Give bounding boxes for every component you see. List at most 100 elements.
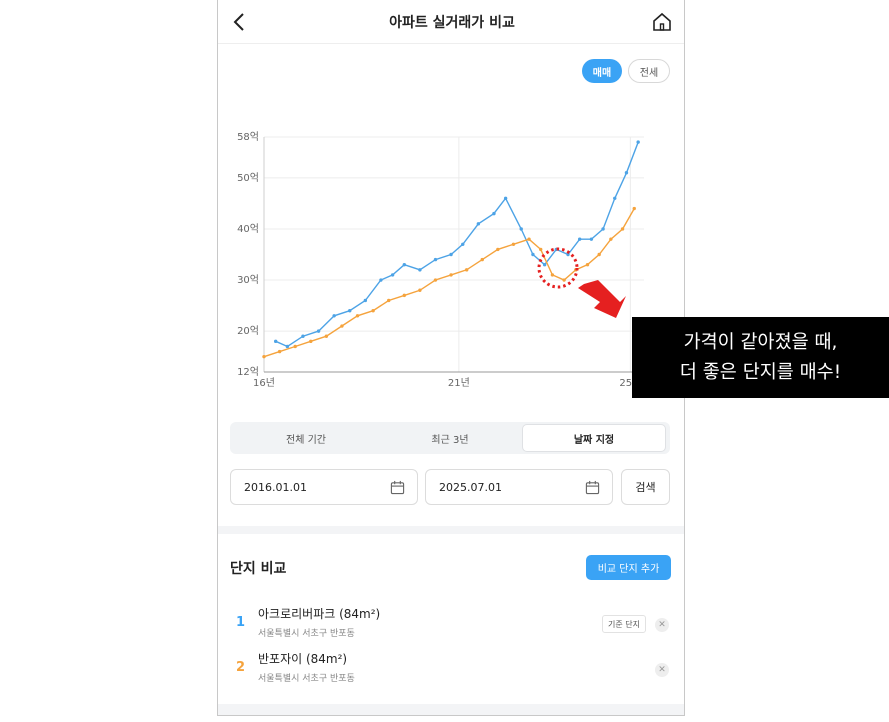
data-point (449, 252, 453, 257)
series-line-2 (263, 208, 635, 358)
y-tick-label: 50억 (237, 172, 259, 184)
data-point (496, 247, 500, 252)
top-bar: 아파트 실거래가 비교 (218, 0, 684, 44)
data-point (539, 247, 543, 252)
data-point (379, 278, 383, 282)
price-chart: 58억50억40억30억20억12억16년 21년 25년 (237, 131, 644, 389)
data-point (531, 252, 535, 257)
end-date-field[interactable]: 2025.07.01 (425, 469, 613, 505)
data-point (492, 211, 496, 216)
data-point (301, 334, 305, 338)
complex-number: 2 (236, 660, 246, 675)
tab-recent-3-years[interactable]: 최근 3년 (378, 424, 522, 452)
data-point (464, 268, 469, 272)
data-point (293, 344, 297, 349)
data-point (577, 237, 582, 241)
y-tick-label: 40억 (237, 223, 259, 235)
data-point (542, 263, 547, 267)
data-point (527, 237, 531, 241)
complex-item[interactable]: 2 반포자이 (84m²) 서울특별시 서초구 반포동 ✕ (218, 648, 684, 692)
end-date-value: 2025.07.01 (439, 480, 502, 494)
data-point (285, 344, 290, 349)
search-button[interactable]: 검색 (621, 469, 670, 505)
section-divider (218, 526, 684, 534)
data-point (574, 268, 578, 272)
base-complex-badge: 기준 단지 (602, 615, 646, 633)
data-point (348, 308, 352, 313)
data-point (402, 293, 407, 298)
complex-number: 1 (236, 615, 246, 630)
data-point (332, 314, 336, 318)
calendar-icon[interactable] (585, 480, 600, 495)
data-point (387, 298, 391, 303)
data-point (632, 206, 636, 211)
series-line-1 (275, 141, 639, 348)
callout-line-2: 더 좋은 단지를 매수! (679, 362, 842, 383)
data-point (461, 242, 465, 246)
data-point (371, 308, 375, 313)
bottom-divider (218, 704, 684, 715)
remove-icon[interactable]: ✕ (655, 663, 669, 677)
data-point (503, 196, 508, 201)
data-point (340, 324, 344, 328)
data-point (566, 252, 570, 257)
y-tick-label: 20억 (237, 325, 259, 337)
data-point (363, 298, 368, 303)
data-point (609, 237, 613, 241)
complex-name: 반포자이 (84m²) (258, 652, 348, 666)
range-tabs: 전체 기간 최근 3년 날짜 지정 (230, 422, 670, 454)
data-point (273, 339, 278, 344)
data-point (402, 263, 407, 267)
data-point (309, 339, 313, 344)
y-tick-label: 58억 (237, 131, 259, 143)
data-point (597, 252, 601, 257)
tab-all-period[interactable]: 전체 기간 (234, 424, 378, 452)
y-tick-label: 30억 (237, 274, 259, 286)
data-point (262, 354, 266, 359)
tab-custom-date[interactable]: 날짜 지정 (522, 424, 666, 452)
data-point (550, 273, 555, 277)
data-point (355, 314, 360, 318)
data-point (585, 263, 590, 267)
complex-item[interactable]: 1 아크로리버파크 (84m²) 서울특별시 서초구 반포동 기준 단지 ✕ (218, 603, 684, 647)
page-title: 아파트 실거래가 비교 (389, 15, 515, 31)
data-point (476, 222, 481, 226)
data-point (433, 257, 438, 262)
x-tick-label: 16년 (253, 377, 275, 389)
data-point (449, 273, 453, 277)
y-tick-label: 12억 (237, 366, 259, 378)
data-point (480, 257, 484, 262)
data-point (519, 227, 523, 231)
callout-line-1: 가격이 같아졌을 때, (683, 332, 838, 353)
calendar-icon[interactable] (390, 480, 405, 495)
complex-address: 서울특별시 서초구 반포동 (258, 629, 355, 639)
data-point (316, 329, 321, 333)
data-point (433, 278, 438, 282)
home-icon[interactable] (650, 10, 674, 34)
x-tick-label: 21년 (448, 377, 470, 389)
complex-address: 서울특별시 서초구 반포동 (258, 674, 355, 684)
data-point (277, 349, 282, 354)
compare-section-title: 단지 비교 (230, 561, 287, 577)
remove-icon[interactable]: ✕ (655, 618, 669, 632)
complex-name: 아크로리버파크 (84m²) (258, 607, 381, 621)
annotation-callout: 가격이 같아졌을 때, 더 좋은 단지를 매수! (632, 317, 889, 398)
data-point (390, 273, 395, 277)
data-point (418, 268, 422, 272)
data-point (589, 237, 594, 241)
data-point (418, 288, 422, 292)
data-point (613, 196, 617, 201)
data-point (324, 334, 329, 338)
data-point (636, 140, 640, 144)
add-compare-complex-button[interactable]: 비교 단지 추가 (586, 555, 671, 580)
sale-toggle[interactable]: 매매 (582, 59, 622, 83)
data-point (624, 171, 629, 175)
jeonse-toggle[interactable]: 전세 (628, 59, 670, 83)
app-screen: 아파트 실거래가 비교 매매 전세 58억 50억 40억 30억 20억 12억 16년 2… (217, 0, 685, 716)
start-date-field[interactable]: 2016.01.01 (230, 469, 418, 505)
start-date-value: 2016.01.01 (244, 480, 307, 494)
data-point (511, 242, 516, 246)
data-point (554, 247, 559, 252)
data-point (562, 278, 566, 282)
data-point (620, 227, 625, 231)
